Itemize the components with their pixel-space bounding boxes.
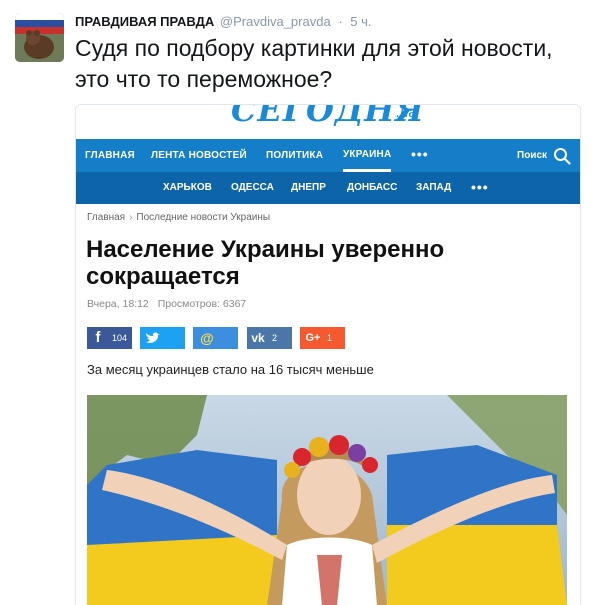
author-handle[interactable]: @Pravdiva_pravda	[220, 14, 331, 29]
breadcrumb-home[interactable]: Главная	[87, 212, 125, 223]
tweet-header: ПРАВДИВАЯ ПРАВДА @Pravdiva_pravda · 5 ч.	[75, 13, 372, 31]
secondary-nav: ХАРЬКОВ ОДЕССА ДНЕПР ДОНБАСС ЗАПАД •••	[76, 172, 580, 204]
share-google-plus-button[interactable]: G+ 1	[300, 327, 345, 349]
nav-item-ukraine[interactable]: УКРАИНА	[343, 139, 392, 172]
tweet-text: Судя по подбору картинки для этой новост…	[75, 35, 553, 92]
facebook-count: 104	[112, 333, 128, 343]
nav-item-kharkiv[interactable]: ХАРЬКОВ	[163, 172, 212, 204]
facebook-icon: f	[95, 329, 101, 346]
tweet-time[interactable]: 5 ч.	[350, 14, 371, 29]
article-photo[interactable]	[87, 395, 567, 605]
twitter-icon	[146, 332, 160, 343]
vk-count: 2	[272, 333, 278, 343]
mail-icon: @	[200, 330, 214, 346]
breadcrumb-latest-news[interactable]: Последние новости Украины	[136, 212, 270, 223]
nav-more-button[interactable]: •••	[411, 139, 429, 172]
separator-dot: ·	[338, 14, 343, 29]
google-plus-count: 1	[327, 333, 333, 343]
search-icon[interactable]	[553, 147, 571, 165]
breadcrumb: Главная › Последние новости Украины	[87, 212, 270, 223]
author-name[interactable]: ПРАВДИВАЯ ПРАВДА	[75, 14, 214, 29]
google-plus-icon: G+	[305, 332, 321, 344]
article-title: Население Украины уверенно сокращается	[86, 236, 445, 290]
nav-item-main[interactable]: ГЛАВНАЯ	[85, 139, 135, 172]
share-twitter-button[interactable]	[140, 327, 185, 349]
site-logo-domain: .ua	[396, 105, 417, 121]
link-card[interactable]: СЕГОДНЯ .ua ГЛАВНАЯ ЛЕНТА НОВОСТЕЙ ПОЛИТ…	[75, 104, 581, 605]
article-lead: За месяц украинцев стало на 16 тысяч мен…	[87, 362, 374, 377]
nav-item-news-feed[interactable]: ЛЕНТА НОВОСТЕЙ	[151, 139, 247, 172]
primary-nav: ГЛАВНАЯ ЛЕНТА НОВОСТЕЙ ПОЛИТИКА УКРАИНА …	[76, 139, 580, 172]
chevron-right-icon: ›	[129, 212, 133, 223]
article-meta: Вчера, 18:12 Просмотров: 6367	[87, 298, 246, 310]
nav-item-politics[interactable]: ПОЛИТИКА	[266, 139, 323, 172]
tweet: ПРАВДИВАЯ ПРАВДА @Pravdiva_pravda · 5 ч.…	[0, 0, 599, 605]
share-mail-button[interactable]: @	[193, 327, 238, 349]
nav-item-west[interactable]: ЗАПАД	[416, 172, 451, 204]
article-views: Просмотров: 6367	[157, 298, 247, 310]
site-logo[interactable]: СЕГОДНЯ .ua	[76, 105, 580, 139]
vk-icon: vk	[251, 331, 265, 345]
avatar[interactable]	[15, 13, 64, 62]
nav-item-dnipro[interactable]: ДНЕПР	[291, 172, 326, 204]
nav-item-donbas[interactable]: ДОНБАСС	[347, 172, 397, 204]
share-vk-button[interactable]: vk 2	[247, 327, 292, 349]
share-facebook-button[interactable]: f 104	[87, 327, 132, 349]
nav-item-odesa[interactable]: ОДЕССА	[231, 172, 274, 204]
search-label[interactable]: Поиск	[517, 139, 547, 172]
subnav-more-button[interactable]: •••	[471, 172, 489, 205]
article-date: Вчера, 18:12	[87, 298, 149, 310]
